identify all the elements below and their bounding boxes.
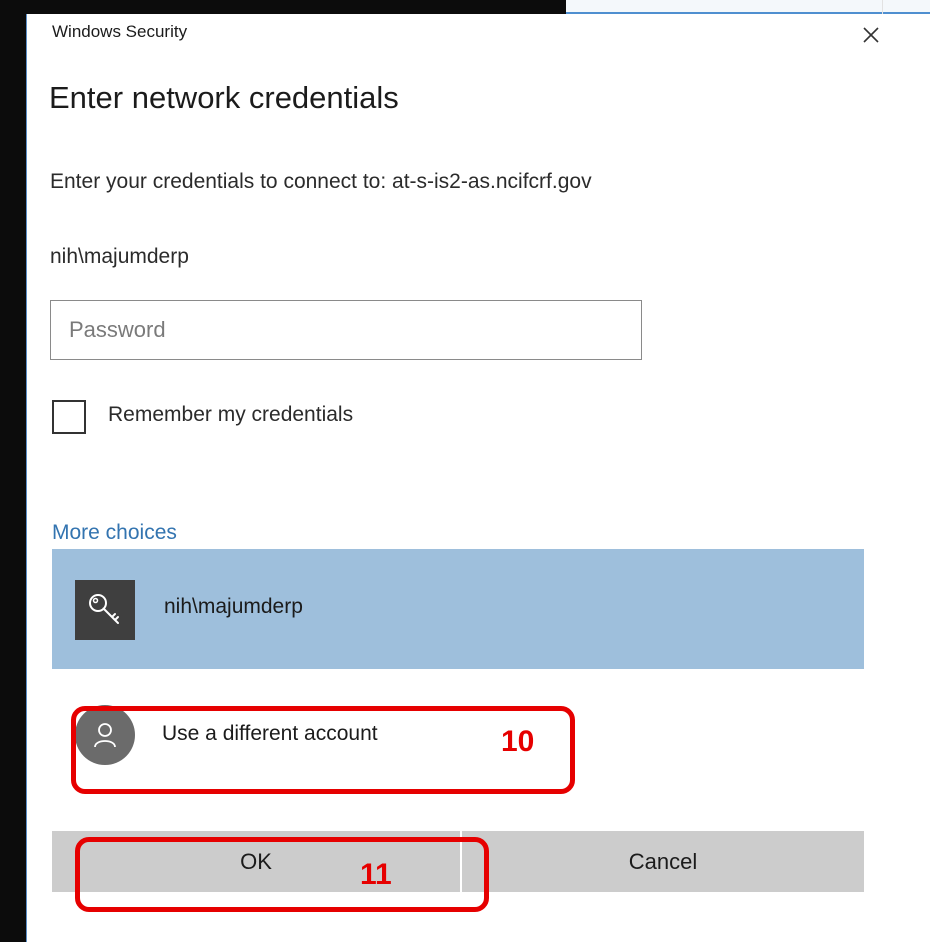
ok-button[interactable]: OK [52,831,460,892]
use-different-account-option[interactable]: Use a different account [52,683,864,783]
dialog-heading: Enter network credentials [49,80,399,115]
background-window-left-edge [0,0,26,942]
remember-credentials-checkbox[interactable] [52,400,86,434]
cancel-button[interactable]: Cancel [462,831,864,892]
screen: Windows Security Enter network credentia… [0,0,930,942]
close-icon[interactable] [856,20,886,50]
background-window-edge [0,0,566,14]
account-option-selected[interactable]: nih\majumderp [52,549,864,669]
more-choices-link[interactable]: More choices [52,521,177,545]
key-icon [75,580,135,640]
annotation-step-11: 11 [360,858,392,891]
remember-credentials-label[interactable]: Remember my credentials [108,403,353,427]
password-input[interactable] [50,300,642,360]
account-option-label: nih\majumderp [164,595,303,618]
connection-target-text: Enter your credentials to connect to: at… [50,170,592,193]
credentials-dialog [26,14,930,942]
user-icon [75,705,135,765]
annotation-step-10: 10 [501,725,535,758]
window-title: Windows Security [52,22,188,41]
use-different-account-label: Use a different account [162,722,378,745]
background-window-divider [882,0,883,14]
username-label: nih\majumderp [50,245,189,268]
